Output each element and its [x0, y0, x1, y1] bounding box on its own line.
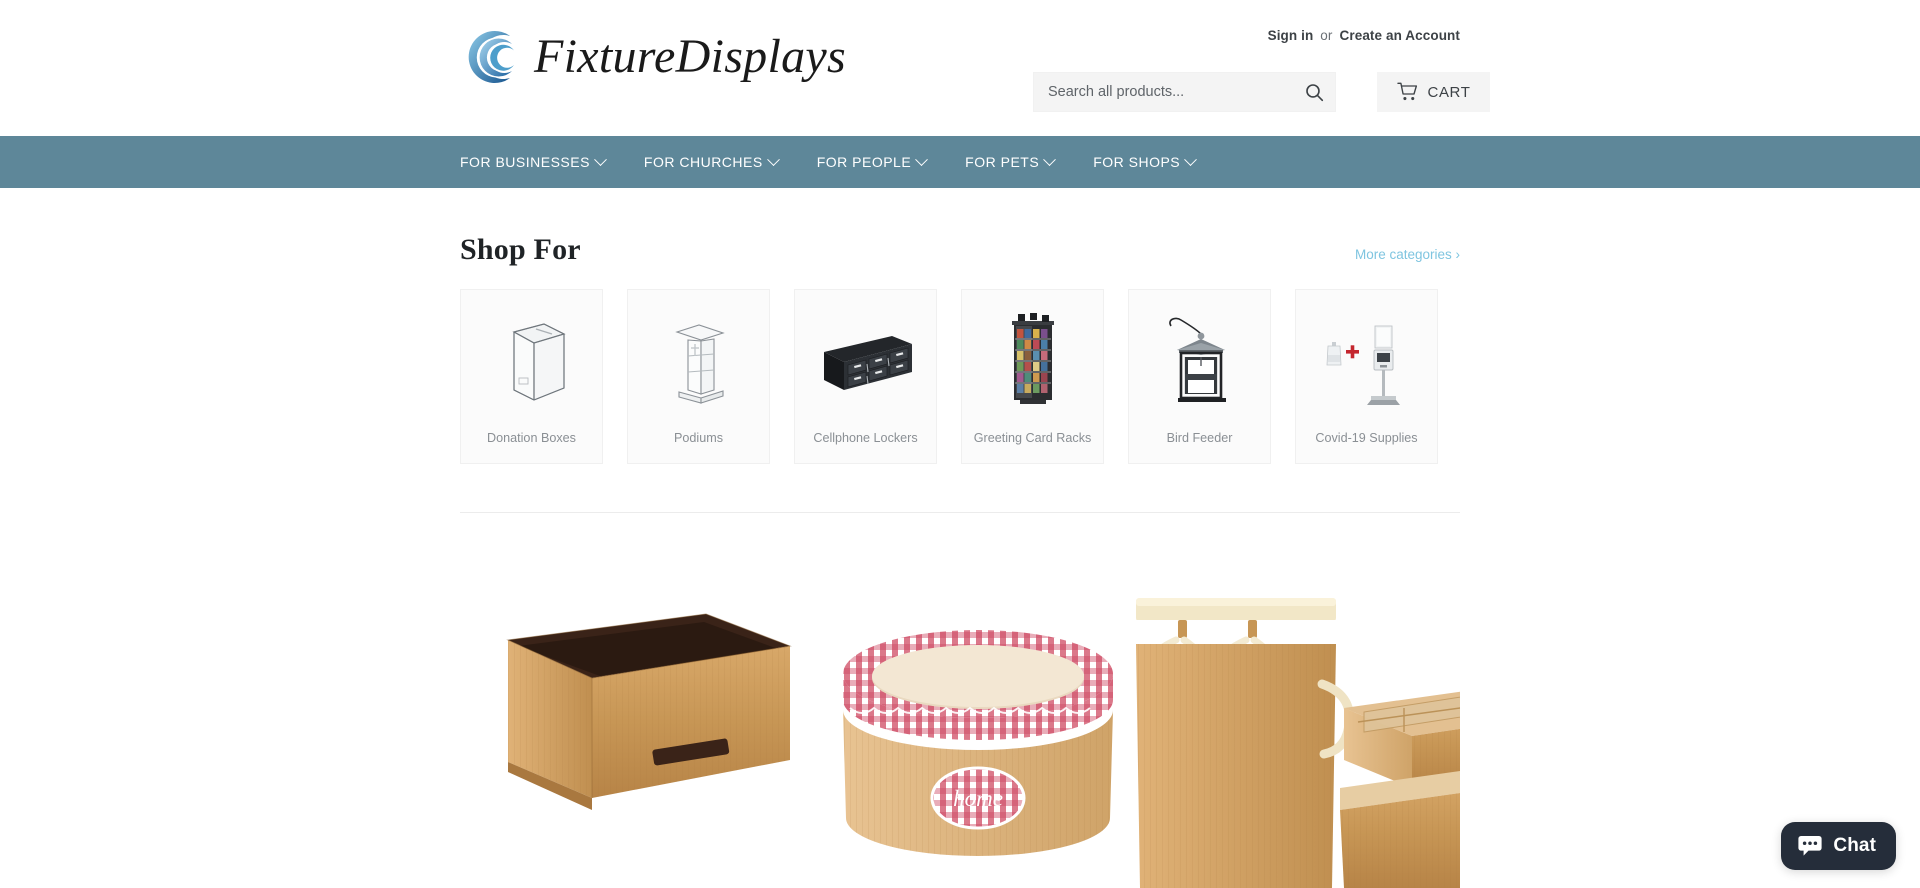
search-box[interactable] [1033, 72, 1336, 112]
hero-bamboo-storage-image: home [460, 536, 1460, 888]
more-categories-link[interactable]: More categories › [1355, 247, 1460, 262]
category-label: Donation Boxes [487, 431, 576, 446]
podium-lectern-icon [647, 308, 751, 412]
page-title: Shop For [460, 233, 581, 266]
category-label: Cellphone Lockers [813, 431, 918, 446]
sign-in-link[interactable]: Sign in [1268, 28, 1314, 43]
bird-feeder-icon [1148, 308, 1252, 412]
account-separator: or [1320, 28, 1333, 43]
cart-label: CART [1427, 83, 1471, 101]
category-card-podiums[interactable]: Podiums [627, 289, 770, 464]
nav-label: FOR SHOPS [1093, 154, 1181, 170]
chevron-down-icon [1184, 152, 1198, 166]
search-submit-button[interactable] [1297, 73, 1331, 111]
header-inner: Sign in or Create an Account FixtureDisp… [460, 0, 1490, 136]
account-links: Sign in or Create an Account [1268, 28, 1460, 43]
nav-label: FOR BUSINESSES [460, 154, 590, 170]
hero-banner[interactable]: home [0, 536, 1920, 888]
nav-item-for-businesses[interactable]: FOR BUSINESSES [460, 152, 607, 170]
category-label: Covid-19 Supplies [1315, 431, 1418, 446]
cart-button[interactable]: CART [1377, 72, 1490, 112]
nav-label: FOR PETS [965, 154, 1040, 170]
sanitizer-stand-icon [1315, 308, 1419, 412]
chevron-down-icon [594, 152, 607, 166]
chat-button-label: Chat [1833, 835, 1876, 856]
section-divider [460, 512, 1460, 513]
category-grid: Donation Boxes Podiums Cellphone Lockers… [460, 289, 1460, 464]
search-input[interactable] [1034, 73, 1335, 111]
nav-item-for-people[interactable]: FOR PEOPLE [816, 152, 929, 170]
hero-inner: home [460, 536, 1460, 888]
cart-icon [1396, 82, 1417, 101]
category-label: Podiums [674, 431, 723, 446]
chevron-down-icon [915, 152, 929, 166]
search-and-cart: CART [1033, 72, 1490, 112]
category-card-covid-19-supplies[interactable]: Covid-19 Supplies [1295, 289, 1438, 464]
search-icon [1305, 83, 1323, 101]
swirl-wave-logo-icon [468, 31, 514, 83]
main-navigation: FOR BUSINESSES FOR CHURCHES FOR PEOPLE F… [0, 136, 1920, 188]
page-root: Sign in or Create an Account FixtureDisp… [0, 0, 1920, 888]
category-card-cellphone-lockers[interactable]: Cellphone Lockers [794, 289, 937, 464]
nav-item-for-churches[interactable]: FOR CHURCHES [643, 152, 780, 170]
logo-wordmark: FixtureDisplays [534, 30, 846, 83]
nav-label: FOR PEOPLE [816, 154, 912, 170]
nav-item-for-pets[interactable]: FOR PETS [965, 152, 1057, 170]
nav-label: FOR CHURCHES [643, 154, 763, 170]
shop-for-header: Shop For More categories › [460, 188, 1460, 267]
nav-inner: FOR BUSINESSES FOR CHURCHES FOR PEOPLE F… [460, 152, 1460, 170]
category-label: Bird Feeder [1166, 431, 1233, 446]
acrylic-donation-box-icon [480, 308, 584, 412]
category-card-donation-boxes[interactable]: Donation Boxes [460, 289, 603, 464]
site-header: Sign in or Create an Account FixtureDisp… [0, 0, 1920, 136]
category-card-greeting-card-racks[interactable]: Greeting Card Racks [961, 289, 1104, 464]
main-content: Shop For More categories › Donation Boxe… [460, 188, 1460, 513]
cellphone-locker-icon [814, 308, 918, 412]
category-label: Greeting Card Racks [973, 431, 1092, 446]
chat-bubble-icon [1798, 836, 1822, 856]
category-card-bird-feeder[interactable]: Bird Feeder [1128, 289, 1271, 464]
site-logo[interactable]: FixtureDisplays [462, 26, 846, 88]
hero-gingham-basket: home [843, 630, 1113, 856]
chevron-down-icon [766, 152, 780, 166]
create-account-link[interactable]: Create an Account [1340, 28, 1460, 43]
basket-home-label: home [953, 786, 1003, 811]
chevron-down-icon [1043, 152, 1057, 166]
chat-widget-button[interactable]: Chat [1781, 822, 1896, 870]
greeting-card-rack-icon [981, 308, 1085, 412]
nav-item-for-shops[interactable]: FOR SHOPS [1093, 152, 1198, 170]
